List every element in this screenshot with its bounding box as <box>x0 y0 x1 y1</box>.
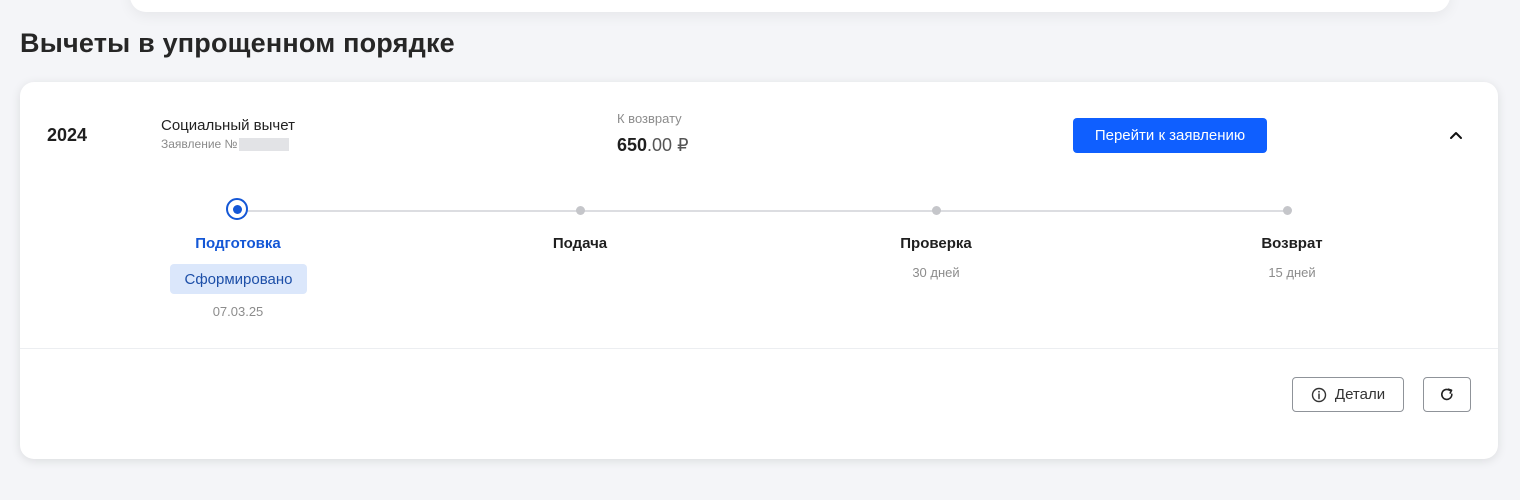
step-label-submission: Подача <box>552 235 608 252</box>
deduction-card: 2024 Социальный вычет Заявление № К возв… <box>20 82 1498 459</box>
info-icon <box>1311 387 1327 402</box>
refresh-button[interactable] <box>1423 377 1471 412</box>
details-label: Детали <box>1334 386 1386 403</box>
refund-amount-whole: 650 <box>617 135 648 155</box>
refund-label: К возврату <box>617 111 682 126</box>
application-number-redacted <box>239 137 290 151</box>
step-date: 07.03.25 <box>212 304 264 319</box>
chevron-up-icon <box>1450 132 1462 139</box>
step-label-preparation: Подготовка <box>195 235 281 252</box>
previous-card-edge <box>130 0 1450 12</box>
refund-amount: 650.00 ₽ <box>617 135 689 156</box>
go-to-application-button[interactable]: Перейти к заявлению <box>1073 118 1267 153</box>
refund-amount-decimals: .00 ₽ <box>647 135 689 155</box>
card-divider <box>20 348 1498 349</box>
details-button[interactable]: Детали <box>1292 377 1404 412</box>
collapse-toggle[interactable] <box>1444 123 1468 147</box>
step-marker-submission <box>576 206 585 215</box>
step-marker-preparation <box>226 198 248 220</box>
tax-year: 2024 <box>47 125 88 145</box>
application-label: Заявление № <box>161 137 238 151</box>
status-badge: Сформировано <box>170 264 307 294</box>
section-title: Вычеты в упрощенном порядке <box>20 28 455 58</box>
step-marker-review <box>932 206 941 215</box>
deduction-type: Социальный вычет <box>161 117 295 134</box>
step-label-review: Проверка <box>900 235 972 252</box>
application-number: Заявление № <box>161 137 290 151</box>
step-marker-refund <box>1283 206 1292 215</box>
step-label-refund: Возврат <box>1261 235 1323 252</box>
step-duration-review: 30 дней <box>912 265 960 280</box>
progress-track <box>238 210 1287 212</box>
step-duration-refund: 15 дней <box>1268 265 1316 280</box>
refresh-icon <box>1441 387 1453 400</box>
